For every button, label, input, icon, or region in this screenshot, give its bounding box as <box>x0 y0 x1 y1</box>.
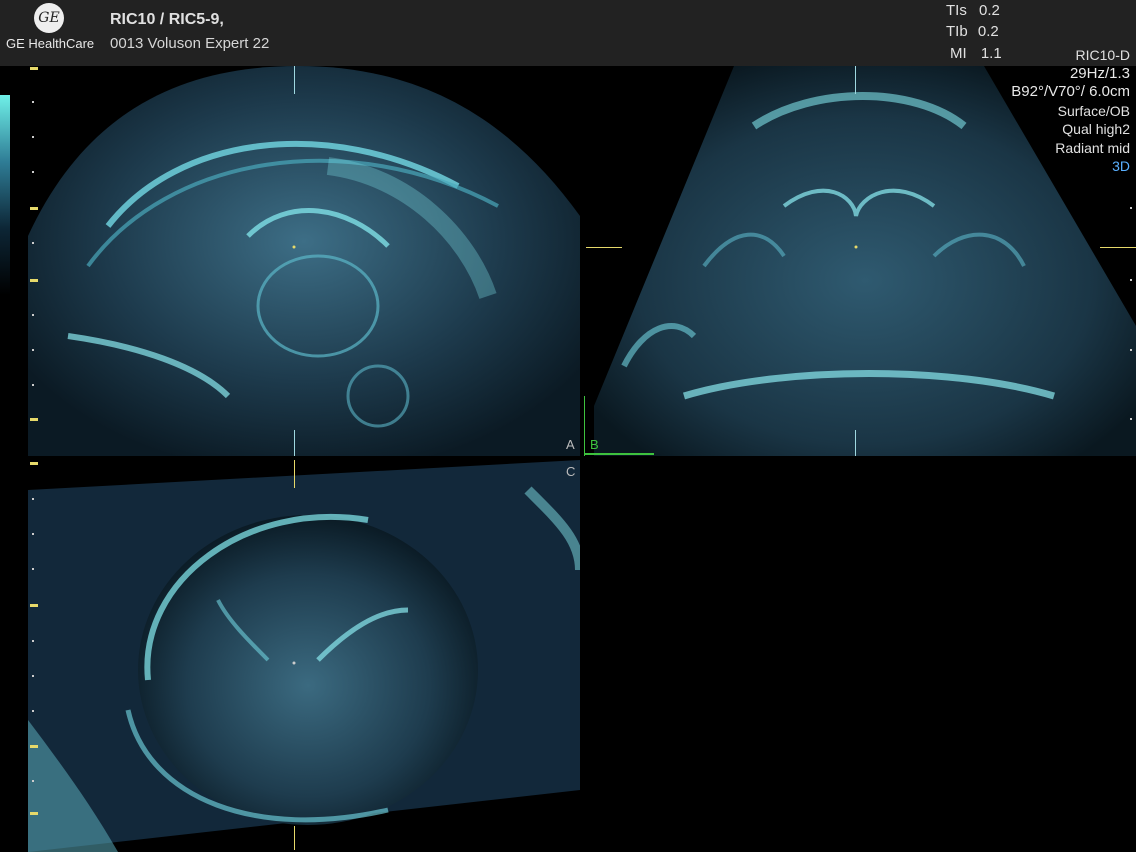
system-name: 0013 Voluson Expert 22 <box>110 35 270 52</box>
pane-b-bottom-marker <box>855 430 856 456</box>
pane-a-bottom-marker <box>294 430 295 456</box>
depth-dot <box>32 780 34 782</box>
depth-marker <box>30 604 38 607</box>
depth-dot <box>32 533 34 535</box>
pane-a-top-marker <box>294 66 295 94</box>
depth-marker <box>30 812 38 815</box>
depth-dot-right <box>1130 349 1132 351</box>
gray-map-scale <box>0 95 10 295</box>
depth-dot-right <box>1130 418 1132 420</box>
plane-b-label: B <box>590 437 599 452</box>
index-value: 1.1 <box>980 45 1002 62</box>
index-key: TIs <box>946 2 967 19</box>
pane-c-top-marker <box>294 460 295 488</box>
param-render: Radiant mid <box>1055 139 1130 156</box>
depth-marker <box>30 745 38 748</box>
header-bar: GE GE HealthCare RIC10 / RIC5-9, 0013 Vo… <box>0 0 1136 66</box>
depth-marker <box>30 462 38 465</box>
depth-dot <box>32 640 34 642</box>
index-tis: TIs 0.2 <box>946 2 1000 19</box>
pane-c-image[interactable] <box>28 460 580 852</box>
index-mi: MI 1.1 <box>950 45 1002 62</box>
depth-marker <box>30 207 38 210</box>
depth-dot <box>32 136 34 138</box>
acquisition-parameters: RIC10-D 29Hz/1.3 B92°/V70°/ 6.0cm Surfac… <box>1011 46 1130 176</box>
depth-marker <box>30 67 38 70</box>
plane-c-label: C <box>566 464 576 479</box>
pane-a-svg <box>28 66 580 456</box>
ge-logo-icon: GE <box>34 3 64 33</box>
depth-dot-right <box>1130 279 1132 281</box>
depth-dot <box>32 101 34 103</box>
depth-dot <box>32 498 34 500</box>
pane-c-svg <box>28 460 580 852</box>
index-value: 0.2 <box>977 23 999 40</box>
param-mode: 3D <box>1112 158 1130 174</box>
param-geometry: B92°/V70°/ 6.0cm <box>1011 83 1130 100</box>
depth-dot-right <box>1130 207 1132 209</box>
pane-c-bottom-marker <box>294 826 295 850</box>
depth-dot <box>32 314 34 316</box>
index-tib: TIb 0.2 <box>946 23 999 40</box>
pane-b-right-arrow-icon <box>1100 247 1136 248</box>
pane-b-top-marker <box>855 66 856 94</box>
brand-name: GE HealthCare <box>6 36 95 51</box>
index-key: MI <box>950 45 967 62</box>
param-probe-mode: RIC10-D <box>1075 47 1130 63</box>
depth-marker <box>30 279 38 282</box>
depth-dot <box>32 710 34 712</box>
index-value: 0.2 <box>979 2 1000 19</box>
param-preset: Surface/OB <box>1057 102 1130 119</box>
param-frame-rate: 29Hz/1.3 <box>1069 64 1130 82</box>
depth-dot <box>32 242 34 244</box>
depth-dot <box>32 568 34 570</box>
index-key: TIb <box>946 23 968 40</box>
depth-dot <box>32 171 34 173</box>
depth-dot <box>32 384 34 386</box>
depth-marker <box>30 418 38 421</box>
depth-dot <box>32 675 34 677</box>
depth-dot <box>32 349 34 351</box>
plane-a-label: A <box>566 437 575 452</box>
pane-a-right-arrow-icon <box>586 247 622 248</box>
probe-title: RIC10 / RIC5-9, <box>110 11 224 28</box>
param-quality: Qual high2 <box>1062 121 1130 137</box>
pane-a-image[interactable] <box>28 66 580 456</box>
